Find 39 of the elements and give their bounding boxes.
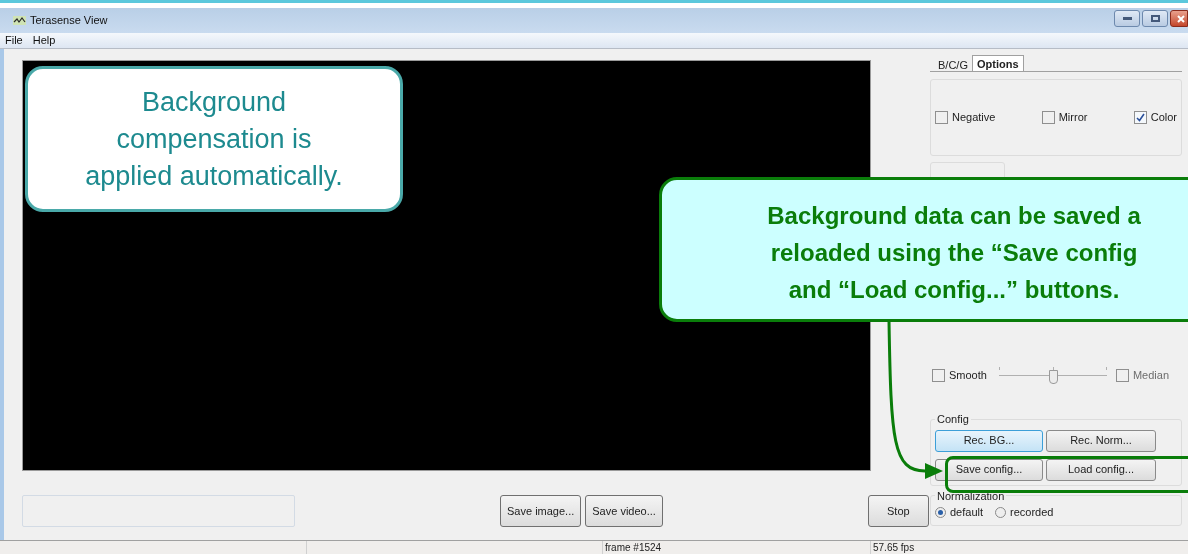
checkbox[interactable] — [935, 111, 948, 124]
window-title: Terasense View — [30, 13, 108, 29]
radio-button[interactable] — [995, 506, 1007, 518]
group-title: Normalization — [936, 488, 1006, 504]
checkbox[interactable] — [1133, 111, 1147, 124]
checkbox[interactable] — [932, 368, 945, 382]
checkbox[interactable] — [1041, 111, 1055, 124]
radio-button[interactable] — [935, 506, 946, 518]
slider-thumb[interactable] — [1048, 370, 1058, 384]
radio-label: recorded — [1010, 505, 1054, 520]
checkbox-label: Median — [1132, 367, 1169, 383]
callout-text: Background compensation is applied automatically. — [85, 85, 343, 193]
maximize-button[interactable] — [1142, 10, 1168, 27]
tab[interactable]: B/C/G — [934, 57, 972, 71]
check-icon — [1135, 113, 1145, 122]
fps-readout: 57.65 fps — [873, 542, 915, 553]
smooth-slider[interactable] — [998, 366, 1107, 384]
tab[interactable]: Options — [971, 55, 1024, 71]
callout-text: Background data can be saved a reloaded using the “Save config and “Load config...” buttons. — [766, 201, 1142, 305]
stop-button[interactable]: Stop — [867, 495, 929, 527]
checkbox-label: Negative — [952, 110, 996, 126]
config-button[interactable]: Rec. BG... — [935, 429, 1043, 452]
save-button[interactable]: Save image... — [500, 495, 582, 527]
checkbox-label: Mirror — [1058, 110, 1088, 126]
close-icon — [1177, 14, 1185, 23]
checkbox-label: Smooth — [949, 367, 987, 383]
checkbox-label: Color — [1150, 110, 1177, 126]
radio-label: default — [950, 505, 984, 520]
save-button[interactable]: Save video... — [585, 495, 663, 527]
group-title: Config — [936, 412, 970, 427]
menu-item[interactable]: File — [5, 32, 23, 49]
config-button[interactable]: Rec. Norm... — [1046, 429, 1156, 452]
menu-item[interactable]: Help — [32, 32, 56, 49]
minimize-button[interactable] — [1114, 10, 1140, 27]
close-button[interactable] — [1170, 10, 1188, 27]
app-icon — [13, 16, 26, 25]
checkbox[interactable] — [1115, 368, 1129, 382]
config-button[interactable]: Load config... — [1046, 458, 1156, 481]
frame-counter: frame #1524 — [605, 542, 662, 553]
